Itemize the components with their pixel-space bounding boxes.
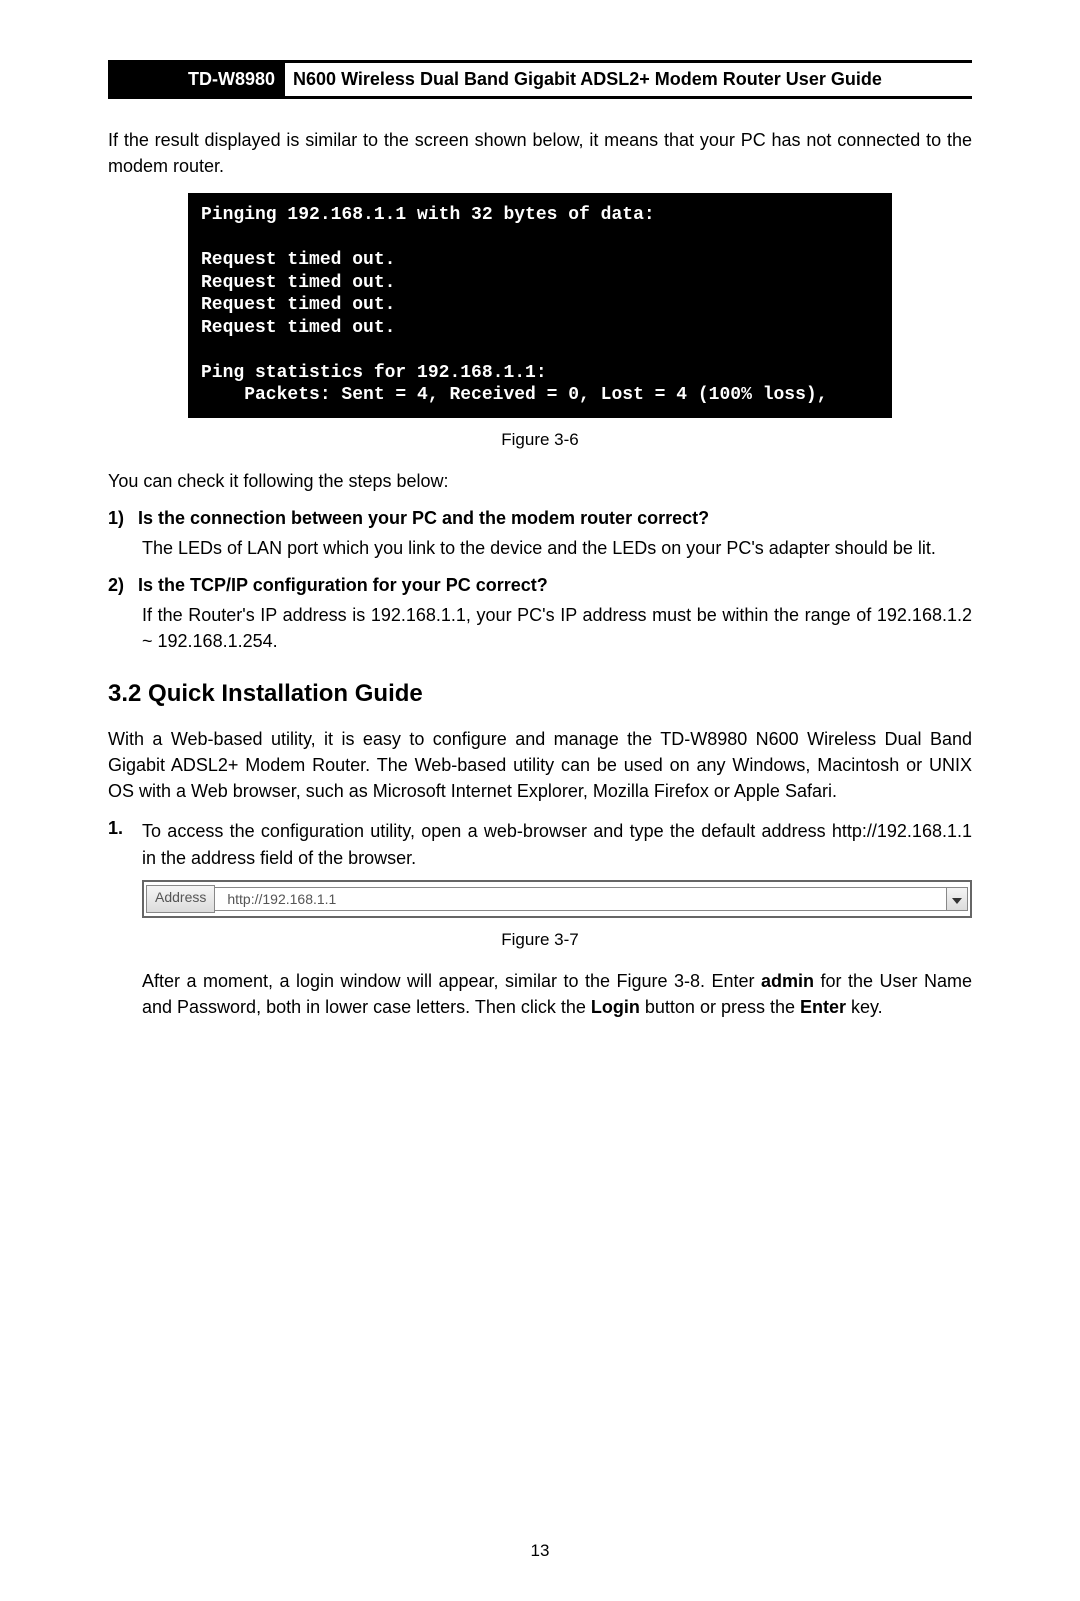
login-instructions: After a moment, a login window will appe… [142, 968, 972, 1020]
question-1: 1) Is the connection between your PC and… [108, 508, 972, 529]
question-2: 2) Is the TCP/IP configuration for your … [108, 575, 972, 596]
step-1: 1. To access the configuration utility, … [108, 818, 972, 872]
after-text-4: key. [846, 997, 883, 1017]
after-text-3: button or press the [640, 997, 800, 1017]
terminal-line: Request timed out. [201, 250, 395, 270]
q1-number: 1) [108, 508, 138, 529]
after-text-1: After a moment, a login window will appe… [142, 971, 761, 991]
figure-caption-3-7: Figure 3-7 [108, 930, 972, 950]
terminal-output: Pinging 192.168.1.1 with 32 bytes of dat… [188, 193, 892, 418]
terminal-line: Ping statistics for 192.168.1.1: [201, 363, 547, 383]
enter-bold: Enter [800, 997, 846, 1017]
check-steps-intro: You can check it following the steps bel… [108, 468, 972, 494]
page-number: 13 [108, 1541, 972, 1561]
chevron-down-icon [952, 888, 962, 910]
header-title: N600 Wireless Dual Band Gigabit ADSL2+ M… [285, 63, 972, 96]
q2-number: 2) [108, 575, 138, 596]
terminal-figure: Pinging 192.168.1.1 with 32 bytes of dat… [188, 193, 892, 418]
figure-caption-3-6: Figure 3-6 [108, 430, 972, 450]
address-dropdown-button[interactable] [946, 888, 967, 910]
q1-answer: The LEDs of LAN port which you link to t… [142, 535, 972, 561]
address-url-input[interactable]: http://192.168.1.1 [215, 887, 968, 911]
terminal-line: Packets: Sent = 4, Received = 0, Lost = … [201, 385, 828, 405]
header-model: TD-W8980 [108, 63, 285, 96]
section-heading-3-2: 3.2 Quick Installation Guide [108, 680, 972, 708]
address-label-button[interactable]: Address [146, 885, 215, 913]
terminal-line: Request timed out. [201, 318, 395, 338]
address-bar-figure: Address http://192.168.1.1 [142, 880, 972, 918]
terminal-line: Request timed out. [201, 295, 395, 315]
admin-bold: admin [761, 971, 814, 991]
page-header: TD-W8980 N600 Wireless Dual Band Gigabit… [108, 60, 972, 99]
q1-text: Is the connection between your PC and th… [138, 508, 972, 529]
q2-answer: If the Router's IP address is 192.168.1.… [142, 602, 972, 654]
intro-paragraph: If the result displayed is similar to th… [108, 127, 972, 179]
section-intro: With a Web-based utility, it is easy to … [108, 726, 972, 804]
step1-text: To access the configuration utility, ope… [142, 818, 972, 872]
step1-number: 1. [108, 818, 142, 872]
login-bold: Login [591, 997, 640, 1017]
q2-text: Is the TCP/IP configuration for your PC … [138, 575, 972, 596]
address-url-text: http://192.168.1.1 [227, 891, 336, 907]
terminal-line: Pinging 192.168.1.1 with 32 bytes of dat… [201, 205, 655, 225]
terminal-line: Request timed out. [201, 273, 395, 293]
